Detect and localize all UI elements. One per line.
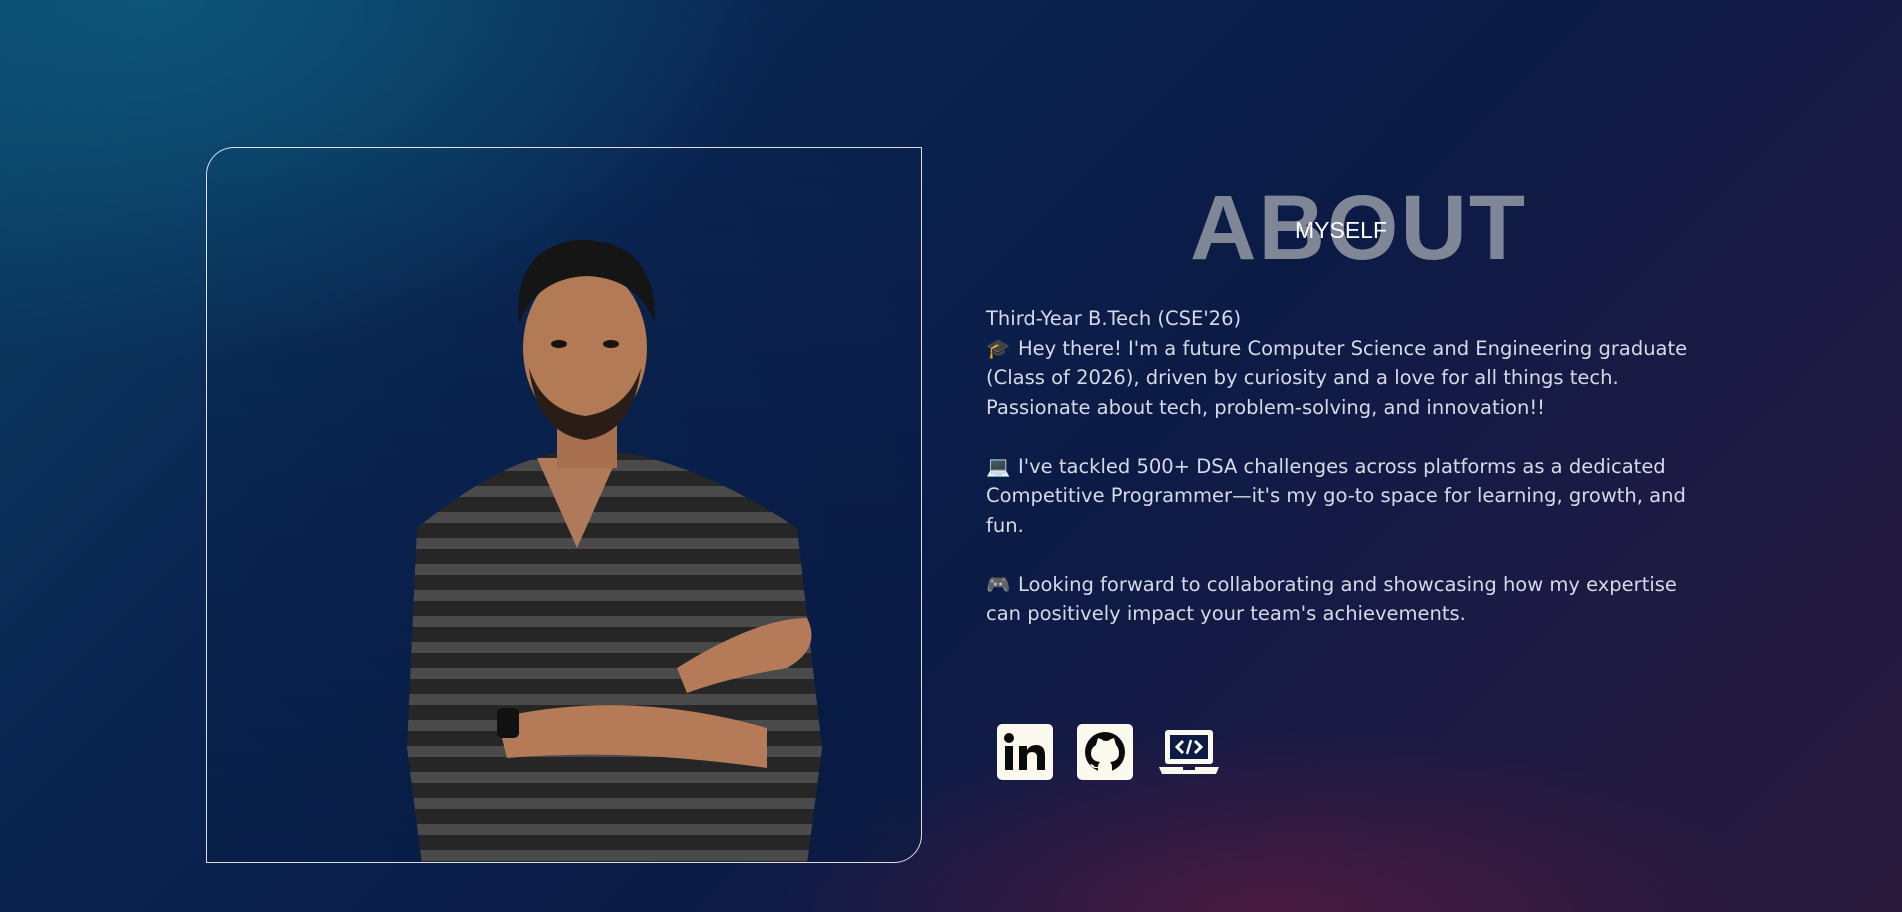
coding-profile-icon bbox=[1159, 730, 1219, 774]
about-paragraph-text: Looking forward to collaborating and sho… bbox=[986, 572, 1677, 626]
about-heading: ABOUT MYSELF bbox=[1190, 178, 1525, 278]
about-subtitle: Third-Year B.Tech (CSE'26) bbox=[986, 307, 1242, 330]
coding-profile-link[interactable] bbox=[1157, 724, 1221, 785]
laptop-icon: 💻 bbox=[986, 454, 1011, 478]
linkedin-link[interactable] bbox=[997, 724, 1053, 785]
game-controller-icon: 🎮 bbox=[986, 572, 1011, 596]
github-link[interactable] bbox=[1077, 724, 1133, 785]
social-links bbox=[997, 724, 1221, 785]
profile-photo bbox=[407, 239, 822, 862]
about-text: Third-Year B.Tech (CSE'26) 🎓 Hey there! I… bbox=[986, 304, 1696, 629]
about-paragraph-intro: 🎓 Hey there! I'm a future Computer Scienc… bbox=[986, 334, 1696, 423]
about-heading-small: MYSELF bbox=[1295, 217, 1388, 243]
about-paragraph-dsa: 💻 I've tackled 500+ DSA challenges across… bbox=[986, 452, 1696, 541]
profile-photo-frame bbox=[206, 147, 922, 863]
about-paragraph-text: I've tackled 500+ DSA challenges across … bbox=[986, 454, 1686, 537]
about-paragraph-collaboration: 🎮 Looking forward to collaborating and sh… bbox=[986, 570, 1696, 629]
about-paragraph-text: Hey there! I'm a future Computer Science… bbox=[986, 336, 1688, 419]
github-icon bbox=[1077, 724, 1133, 780]
linkedin-icon bbox=[997, 724, 1053, 780]
graduation-cap-icon: 🎓 bbox=[986, 336, 1011, 360]
